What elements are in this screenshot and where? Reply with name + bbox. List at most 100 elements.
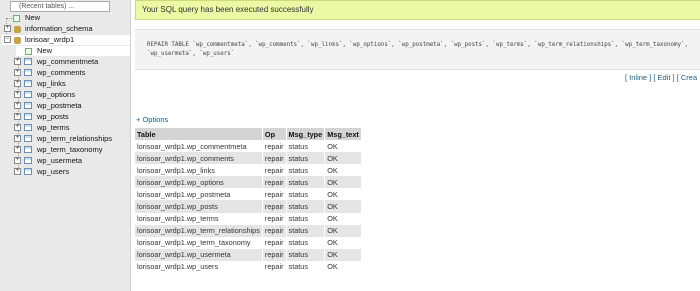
expand-icon[interactable]: + [14,58,21,65]
success-text: Your SQL query has been executed success… [142,5,314,14]
column-header-op[interactable]: Op [262,128,287,140]
expand-icon[interactable]: + [14,69,21,76]
table-icon [24,135,32,142]
expand-icon[interactable]: + [14,146,21,153]
table-cell: OK [324,140,362,153]
table-icon [24,113,32,120]
expand-icon[interactable]: + [14,168,21,175]
table-row: lorisoar_wrdp1.wp_term_taxonomy repair s… [135,236,362,249]
table-cell: repair [262,176,287,189]
table-cell: status [286,224,326,237]
table-icon [24,80,32,87]
table-cell: lorisoar_wrdp1.wp_usermeta [135,248,263,261]
table-row: lorisoar_wrdp1.wp_usermeta repair status… [135,248,362,261]
new-icon [25,48,32,55]
table-cell: status [286,188,326,201]
table-row: lorisoar_wrdp1.wp_terms repair status OK [135,212,362,225]
results-table: Table Op Msg_type Msg_text lorisoar_wrdp… [135,128,362,274]
expand-icon[interactable]: + [14,91,21,98]
table-icon [24,146,32,153]
database-lorisoar-wrdp1[interactable]: − lorisoar_wrdp1 [2,35,130,45]
inline-edit-link[interactable]: [ Inline ] [625,73,651,82]
create-php-code-link[interactable]: [ Crea [677,73,697,82]
table-cell: OK [324,188,362,201]
sql-query-links: [ Inline ] [ Edit ] [ Crea [625,73,697,82]
expand-icon[interactable]: + [14,124,21,131]
expand-icon[interactable]: + [14,135,21,142]
table-cell: OK [324,200,362,213]
new-table-link[interactable]: New [16,46,130,56]
table-row: lorisoar_wrdp1.wp_commentmeta repair sta… [135,140,362,153]
column-header-table[interactable]: Table [135,128,263,140]
database-icon [14,37,21,44]
table-cell: repair [262,212,287,225]
table-cell: lorisoar_wrdp1.wp_commentmeta [135,140,263,153]
table-row: lorisoar_wrdp1.wp_users repair status OK [135,260,362,274]
table-icon [24,157,32,164]
table-cell: repair [262,236,287,249]
table-cell: lorisoar_wrdp1.wp_options [135,176,263,189]
table-cell: repair [262,152,287,165]
table-icon [24,58,32,65]
table-cell: repair [262,200,287,213]
table-cell: repair [262,140,287,153]
column-header-msg-text[interactable]: Msg_text [324,128,362,140]
tree-connector [18,46,19,174]
expand-icon[interactable]: + [14,157,21,164]
table-cell: OK [324,152,362,165]
table-cell: lorisoar_wrdp1.wp_users [135,260,263,274]
sql-query-box: REPAIR TABLE `wp_commentmeta`, `wp_comme… [135,29,700,70]
table-cell: lorisoar_wrdp1.wp_posts [135,200,263,213]
database-icon [14,26,21,33]
table-cell: OK [324,164,362,177]
sql-query-text: REPAIR TABLE `wp_commentmeta`, `wp_comme… [147,42,688,57]
table-cell: OK [324,248,362,261]
table-cell: OK [324,212,362,225]
collapse-icon[interactable]: − [4,36,11,43]
table-cell: OK [324,224,362,237]
expand-icon[interactable]: + [14,113,21,120]
recent-tables-select[interactable]: (Recent tables) ... [10,1,110,12]
table-cell: lorisoar_wrdp1.wp_postmeta [135,188,263,201]
expand-icon[interactable]: + [4,25,11,32]
table-cell: status [286,200,326,213]
table-cell: repair [262,164,287,177]
table-header-row: Table Op Msg_type Msg_text [135,128,362,140]
table-cell: lorisoar_wrdp1.wp_comments [135,152,263,165]
table-cell: status [286,176,326,189]
table-cell: status [286,140,326,153]
table-icon [24,91,32,98]
column-header-msg-type[interactable]: Msg_type [286,128,326,140]
table-row: lorisoar_wrdp1.wp_links repair status OK [135,164,362,177]
table-cell: OK [324,176,362,189]
table-cell: repair [262,248,287,261]
table-cell: status [286,152,326,165]
table-cell: lorisoar_wrdp1.wp_term_relationships [135,224,263,237]
options-toggle[interactable]: + Options [136,115,168,124]
table-cell: status [286,164,326,177]
success-message: Your SQL query has been executed success… [135,0,700,20]
table-cell: OK [324,260,362,274]
table-cell: status [286,236,326,249]
expand-icon[interactable]: + [14,102,21,109]
table-icon [24,69,32,76]
table-cell: repair [262,188,287,201]
table-row: lorisoar_wrdp1.wp_posts repair status OK [135,200,362,213]
table-cell: status [286,248,326,261]
table-row: lorisoar_wrdp1.wp_term_relationships rep… [135,224,362,237]
table-cell: OK [324,236,362,249]
navigation-panel: (Recent tables) ... New + information_sc… [0,0,131,291]
table-row: lorisoar_wrdp1.wp_comments repair status… [135,152,362,165]
table-cell: lorisoar_wrdp1.wp_links [135,164,263,177]
table-cell: status [286,260,326,274]
database-information-schema[interactable]: + information_schema [2,24,130,34]
table-icon [24,168,32,175]
expand-icon[interactable]: + [14,80,21,87]
table-cell: repair [262,224,287,237]
table-icon [24,124,32,131]
table-cell: lorisoar_wrdp1.wp_term_taxonomy [135,236,263,249]
tree-connector [6,18,12,19]
table-icon [24,102,32,109]
table-row: lorisoar_wrdp1.wp_postmeta repair status… [135,188,362,201]
edit-link[interactable]: [ Edit ] [653,73,674,82]
